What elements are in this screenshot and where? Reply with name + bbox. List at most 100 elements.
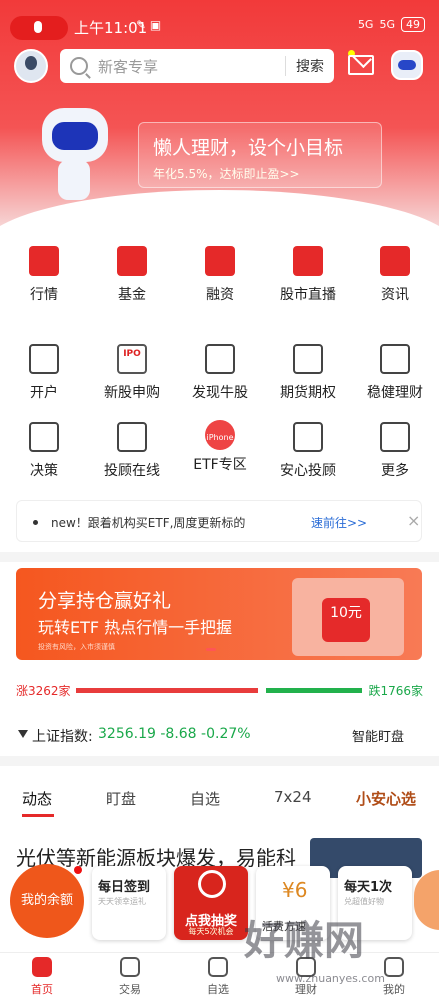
news-ticker[interactable]: new！跟着机构买ETF,周度更新标的 速前往>> × — [16, 500, 422, 542]
tab-underline — [22, 814, 54, 817]
wheel-icon — [198, 870, 226, 898]
index-name: 上证指数: — [32, 729, 93, 745]
lottery-card[interactable]: 点我抽奖 每天5次机会 — [174, 866, 248, 940]
mic-icon[interactable] — [10, 16, 68, 40]
nav-label: 自选 — [207, 983, 229, 996]
tab-watch[interactable]: 盯盘 — [106, 788, 136, 809]
index-pct: -0.27% — [201, 726, 251, 742]
ipo-icon: IPO — [117, 344, 147, 374]
nav-label: 交易 — [119, 983, 141, 996]
badge-dot — [74, 866, 82, 874]
grid-item-futures[interactable]: 期货期权 — [264, 344, 352, 402]
grid-label: 投顾在线 — [104, 463, 160, 479]
tv-icon — [293, 246, 323, 276]
nav-trade[interactable]: 交易 — [100, 957, 160, 997]
nav-label: 首页 — [31, 983, 53, 996]
close-icon[interactable]: × — [407, 511, 420, 530]
divider — [0, 552, 439, 562]
robot-assistant-icon[interactable] — [391, 50, 423, 80]
grid-item-find-stocks[interactable]: 发现牛股 — [176, 344, 264, 402]
redeem-sub: 兑超值好物 — [344, 897, 384, 906]
grid-item-rongzi[interactable]: 融资 — [176, 246, 264, 304]
promo-subtitle[interactable]: 年化5.5%，达标即止盈>> — [153, 165, 300, 182]
triangle-down-icon — [18, 730, 28, 738]
grid-label: 发现牛股 — [192, 385, 248, 401]
watchlist-icon — [208, 957, 228, 977]
promo-card[interactable]: 懒人理财，设个小目标 年化5.5%，达标即止盈>> — [138, 122, 382, 188]
grid-label: 开户 — [30, 385, 58, 401]
grid-label: 股市直播 — [280, 287, 336, 303]
advancers-count: 涨3262家 — [16, 684, 71, 698]
bullet-icon — [33, 520, 38, 525]
grid-label: 决策 — [30, 463, 58, 479]
grid-item-more[interactable]: 更多 — [351, 422, 439, 480]
index-change: -8.68 — [160, 726, 197, 742]
wallet-icon — [380, 344, 410, 374]
index-row[interactable]: 上证指数: 3256.19 -8.68 -0.27% 智能盯盘 — [0, 722, 439, 748]
avatar[interactable] — [14, 49, 48, 83]
red-packet-icon: 10元 — [292, 578, 404, 656]
news-text[interactable]: new！跟着机构买ETF,周度更新标的 — [51, 514, 245, 531]
target-icon — [205, 344, 235, 374]
search-button[interactable]: 搜索 — [285, 56, 334, 76]
search-input[interactable]: 新客专享 — [98, 56, 285, 77]
content-tabs: 动态 盯盘 自选 7x24 小安心选 — [0, 780, 439, 817]
tab-anxin[interactable]: 小安心选 — [356, 788, 416, 809]
user-plus-icon — [29, 344, 59, 374]
index-value: 3256.19 — [98, 726, 156, 742]
tab-dynamic[interactable]: 动态 — [22, 788, 52, 809]
checkin-card[interactable]: 每日签到 天天领幸运礼 — [92, 866, 166, 940]
grid-item-jijin[interactable]: 基金 — [88, 246, 176, 304]
grid-item-decision[interactable]: 决策 — [0, 422, 88, 480]
advancers-bar — [76, 688, 258, 693]
cash-amount: ¥6 — [282, 878, 308, 902]
notification-icons: ✎ ▣ — [136, 18, 162, 32]
promo-title: 懒人理财，设个小目标 — [153, 137, 344, 159]
yen-icon — [205, 246, 235, 276]
home-icon — [32, 957, 52, 977]
edge-handle[interactable] — [414, 870, 439, 930]
search-icon — [70, 57, 88, 75]
grid-item-live[interactable]: 股市直播 — [264, 246, 352, 304]
grid-label: ETF专区 — [193, 457, 247, 473]
signal-1: 5G — [357, 18, 374, 31]
briefcase-icon — [29, 422, 59, 452]
watermark-url: www.zhuanyes.com — [276, 972, 385, 985]
grid-item-news[interactable]: 资讯 — [351, 246, 439, 304]
nav-watchlist[interactable]: 自选 — [188, 957, 248, 997]
smart-watch-button[interactable]: 智能盯盘 — [352, 726, 404, 745]
shield-user-icon — [293, 422, 323, 452]
redeem-title: 每天1次 — [344, 880, 393, 895]
mail-icon[interactable] — [348, 55, 374, 75]
banner-title: 分享持仓赢好礼 — [38, 590, 172, 612]
grid-label: 更多 — [381, 463, 409, 479]
grid-label: 基金 — [118, 287, 146, 303]
signal-2: 5G — [379, 18, 395, 31]
grid-item-advisor[interactable]: 投顾在线 — [88, 422, 176, 480]
battery-icon: 49 — [401, 17, 425, 32]
tab-7x24[interactable]: 7x24 — [274, 788, 312, 806]
tab-selfselect[interactable]: 自选 — [190, 788, 220, 809]
robot-mascot — [34, 108, 114, 206]
grid-label: 行情 — [30, 287, 58, 303]
grid-item-safe-advisor[interactable]: 安心投顾 — [264, 422, 352, 480]
share-banner[interactable]: 分享持仓赢好礼 玩转ETF 热点行情一手把握 投资有风险，入市须谨慎 10元 — [16, 568, 422, 660]
grid-item-etf[interactable]: iPhone ETF专区 — [176, 420, 264, 474]
iphone-icon: iPhone — [205, 420, 235, 450]
grid-label: 融资 — [206, 287, 234, 303]
grid-item-hangqing[interactable]: 行情 — [0, 246, 88, 304]
search-bar[interactable]: 新客专享 搜索 — [60, 49, 334, 83]
news-link[interactable]: 速前往>> — [311, 514, 367, 531]
nav-home[interactable]: 首页 — [12, 957, 72, 997]
decliners-bar — [266, 688, 362, 693]
grid-item-open-account[interactable]: 开户 — [0, 344, 88, 402]
my-balance-button[interactable]: 我的余额 — [10, 864, 84, 938]
advisor-icon — [117, 422, 147, 452]
grid-label: 期货期权 — [280, 385, 336, 401]
grid-item-ipo[interactable]: IPO 新股申购 — [88, 344, 176, 402]
document-icon — [380, 246, 410, 276]
index-values: 3256.19 -8.68 -0.27% — [98, 726, 251, 742]
banner-subtitle: 玩转ETF 热点行情一手把握 — [38, 618, 233, 637]
grid-label: 稳健理财 — [367, 385, 423, 401]
grid-item-wealth[interactable]: 稳健理财 — [351, 344, 439, 402]
